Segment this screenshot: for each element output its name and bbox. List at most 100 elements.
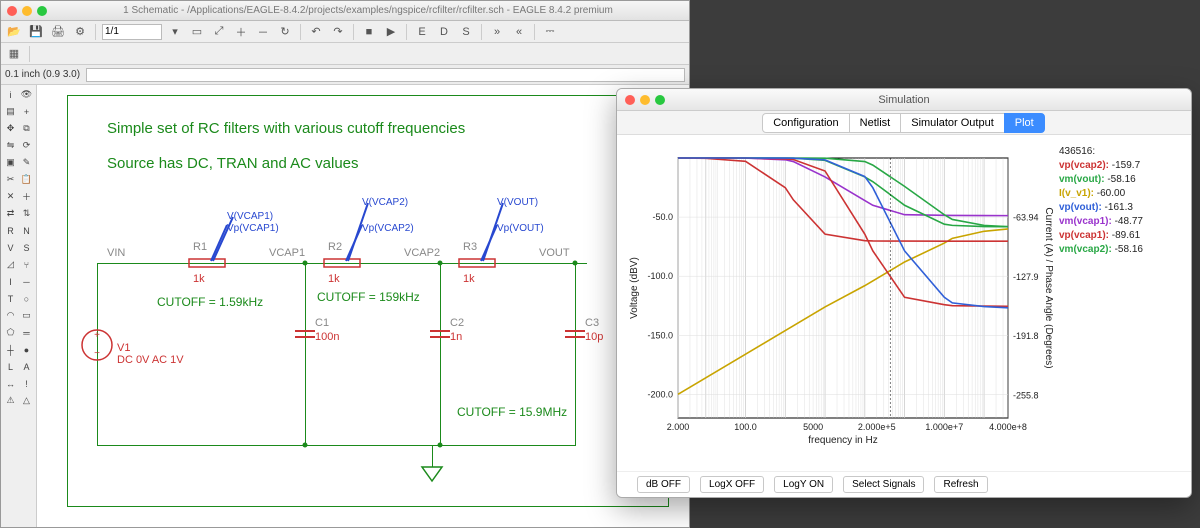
schematic-canvas[interactable]: Simple set of RC filters with various cu… [37,85,689,527]
sim-btn-logy-on[interactable]: LogY ON [774,476,833,493]
svg-text:-100.0: -100.0 [647,271,673,281]
gateswap-icon[interactable]: ⇅ [19,206,34,221]
zoom-dropdown-icon[interactable]: ▾ [166,23,184,41]
plot-area[interactable]: -50.0-100.0-150.0-200.0-63.94-127.9-191.… [623,141,1053,465]
coordinates-readout: 0.1 inch (0.9 3.0) [5,69,80,80]
tab-simulator-output[interactable]: Simulator Output [900,113,1005,133]
warn-icon[interactable]: △ [19,393,34,408]
r1-name: R1 [193,241,207,253]
close-icon[interactable] [7,6,17,16]
zoom-out-icon[interactable]: － [254,23,272,41]
attribute-icon[interactable]: A [19,359,34,374]
stop-icon[interactable]: ■ [360,23,378,41]
back-icon[interactable]: « [510,23,528,41]
smash-icon[interactable]: S [19,240,34,255]
sim-window-title: Simulation [617,94,1191,106]
show-icon[interactable]: 👁 [19,87,34,102]
command-input[interactable] [86,68,685,82]
mark-icon[interactable]: + [19,104,34,119]
tab-netlist[interactable]: Netlist [849,113,902,133]
sim-btn-refresh[interactable]: Refresh [934,476,987,493]
go-icon[interactable]: ▶ [382,23,400,41]
redraw-icon[interactable]: ↻ [276,23,294,41]
paste-icon[interactable]: 📋 [19,172,34,187]
forward-icon[interactable]: » [488,23,506,41]
text-icon[interactable]: T [3,291,18,306]
component-c3[interactable] [565,325,585,345]
dimension-icon[interactable]: ↔ [3,376,18,391]
label-icon[interactable]: L [3,359,18,374]
zoom-in-icon[interactable]: ＋ [232,23,250,41]
wire-icon[interactable]: ─ [19,274,34,289]
undo-icon[interactable]: ↶ [307,23,325,41]
grid-icon[interactable]: ▦ [5,45,23,63]
manufacture-icon[interactable]: ⚙ [71,23,89,41]
svg-text:-255.8: -255.8 [1013,391,1039,401]
pinswap-icon[interactable]: ⇄ [3,206,18,221]
dlgn-icon[interactable]: ⎓ [541,23,559,41]
cutoff-1: CUTOFF = 1.59kHz [157,295,263,309]
component-c2[interactable] [430,325,450,345]
open-icon[interactable]: 📂 [5,23,23,41]
group-icon[interactable]: ▣ [3,155,18,170]
svg-text:-63.94: -63.94 [1013,212,1039,222]
schematic-title-1: Simple set of RC filters with various cu… [107,120,465,137]
name-icon[interactable]: N [19,223,34,238]
sim-btn-logx-off[interactable]: LogX OFF [700,476,764,493]
erc2-icon[interactable]: ! [19,376,34,391]
v1-name: V1 [117,342,130,354]
minimize-icon[interactable] [640,95,650,105]
component-c1[interactable] [295,325,315,345]
bus-icon[interactable]: ═ [19,325,34,340]
zoom-fit-icon[interactable]: ⤢ [210,23,228,41]
c1-value: 100n [315,331,339,343]
arc-icon[interactable]: ◠ [3,308,18,323]
select-icon[interactable]: ▭ [188,23,206,41]
rect-icon[interactable]: ▭ [19,308,34,323]
delete-icon[interactable]: ✕ [3,189,18,204]
change-icon[interactable]: ✎ [19,155,34,170]
mirror-icon[interactable]: ⇋ [3,138,18,153]
value-icon[interactable]: V [3,240,18,255]
erc-icon[interactable]: E [413,23,431,41]
cut-icon[interactable]: ✂ [3,172,18,187]
probe-icon-1 [207,213,237,265]
zoom-field[interactable] [102,24,162,40]
print-icon[interactable]: 🖨 [49,23,67,41]
split-icon[interactable]: ⑂ [19,257,34,272]
sim-btn-select-signals[interactable]: Select Signals [843,476,924,493]
component-v1[interactable]: +− [81,320,113,370]
info-icon[interactable]: i [3,87,18,102]
move-icon[interactable]: ✥ [3,121,18,136]
save-icon[interactable]: 💾 [27,23,45,41]
eagle-left-toolbar: i👁▤+✥⧉⇋⟳▣✎✂📋✕＋⇄⇅RNVS◿⑂I─T○◠▭⬠═┼●LA↔!⚠△ [1,85,37,527]
sim-btn-db-off[interactable]: dB OFF [637,476,690,493]
minimize-icon[interactable] [22,6,32,16]
svg-text:5000: 5000 [803,422,823,432]
maximize-icon[interactable] [37,6,47,16]
eagle-window-title: 1 Schematic - /Applications/EAGLE-8.4.2/… [53,5,683,16]
wire-c2 [440,263,441,445]
miter-icon[interactable]: ◿ [3,257,18,272]
eagle-work-area: i👁▤+✥⧉⇋⟳▣✎✂📋✕＋⇄⇅RNVS◿⑂I─T○◠▭⬠═┼●LA↔!⚠△ S… [1,85,689,527]
replace-icon[interactable]: R [3,223,18,238]
redo-icon[interactable]: ↷ [329,23,347,41]
copy-icon[interactable]: ⧉ [19,121,34,136]
errors-icon[interactable]: ⚠ [3,393,18,408]
node-gnd1 [303,443,308,448]
circle-icon[interactable]: ○ [19,291,34,306]
junction-icon[interactable]: ● [19,342,34,357]
maximize-icon[interactable] [655,95,665,105]
net-icon[interactable]: ┼ [3,342,18,357]
drc-icon[interactable]: D [435,23,453,41]
invoke-icon[interactable]: I [3,274,18,289]
tab-configuration[interactable]: Configuration [762,113,849,133]
close-icon[interactable] [625,95,635,105]
polygon-icon[interactable]: ⬠ [3,325,18,340]
rotate-icon[interactable]: ⟳ [19,138,34,153]
sim-icon[interactable]: S [457,23,475,41]
r1-value: 1k [193,273,205,285]
add-icon[interactable]: ＋ [19,189,34,204]
display-icon[interactable]: ▤ [3,104,18,119]
tab-plot[interactable]: Plot [1004,113,1045,133]
